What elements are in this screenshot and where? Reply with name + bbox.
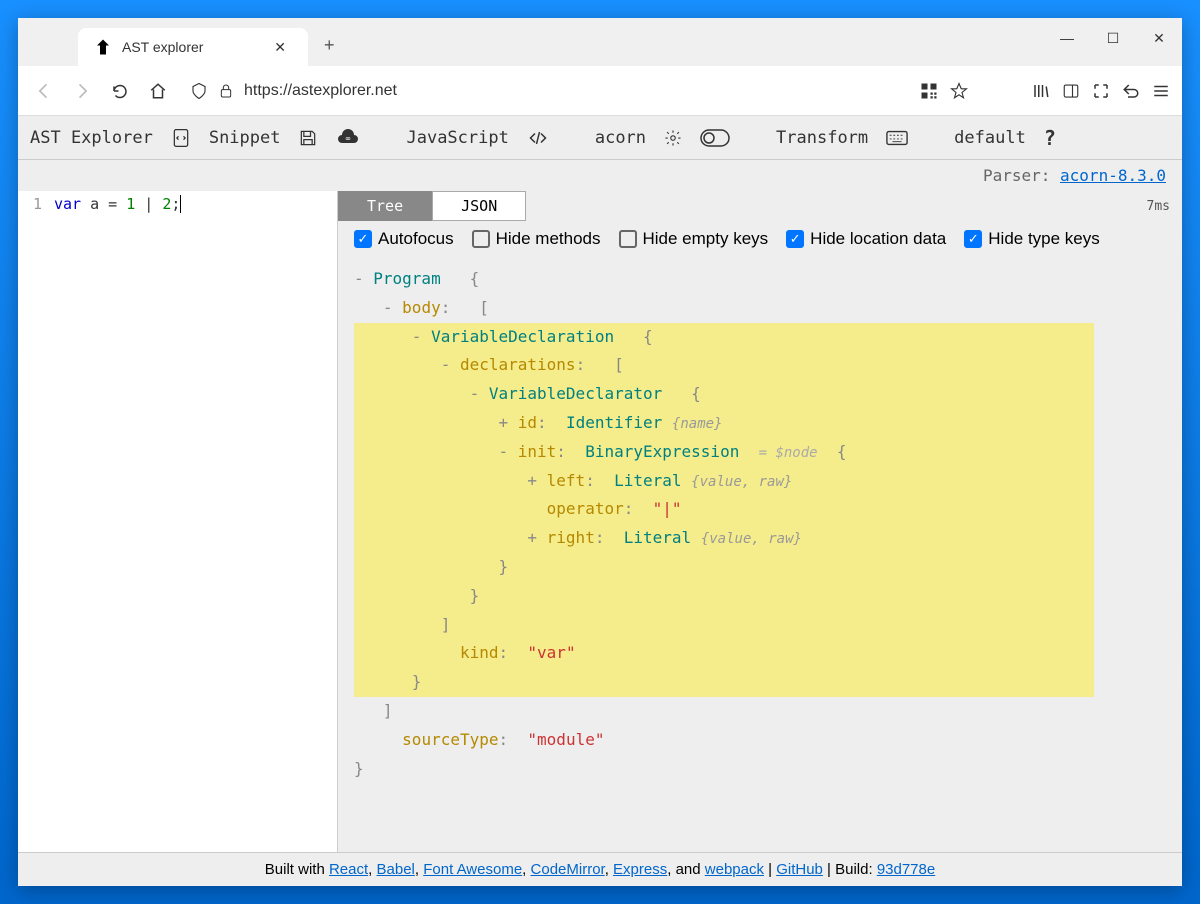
shield-icon <box>190 82 208 100</box>
code-icon <box>527 129 549 147</box>
toggle-icon[interactable] <box>700 129 730 147</box>
codemirror-link[interactable]: CodeMirror <box>531 861 605 878</box>
undo-redo-icon[interactable] <box>1122 82 1140 100</box>
express-link[interactable]: Express <box>613 861 667 878</box>
tab-title: AST explorer <box>122 39 203 55</box>
cloud-icon[interactable]: ∞ <box>336 129 360 147</box>
parser-version-link[interactable]: acorn-8.3.0 <box>1060 166 1166 185</box>
window-maximize-button[interactable]: ☐ <box>1090 18 1136 58</box>
github-link[interactable]: GitHub <box>776 861 823 878</box>
bookmark-star-icon[interactable] <box>950 82 968 100</box>
window-minimize-button[interactable]: — <box>1044 18 1090 58</box>
parser-selector[interactable]: acorn <box>595 128 646 148</box>
help-icon[interactable]: ? <box>1044 126 1056 150</box>
hide-empty-keys-checkbox[interactable]: Hide empty keys <box>619 229 769 249</box>
json-tab[interactable]: JSON <box>432 191 526 221</box>
close-tab-button[interactable]: ✕ <box>268 37 292 58</box>
tree-tab[interactable]: Tree <box>338 191 432 221</box>
forward-button[interactable] <box>68 77 96 105</box>
url-input[interactable]: https://astexplorer.net <box>182 82 910 100</box>
hide-type-keys-checkbox[interactable]: ✓Hide type keys <box>964 229 1100 249</box>
app-title: AST Explorer <box>30 128 153 148</box>
qr-icon[interactable] <box>920 82 938 100</box>
back-button[interactable] <box>30 77 58 105</box>
screenshot-icon[interactable] <box>1092 82 1110 100</box>
fontawesome-link[interactable]: Font Awesome <box>423 861 522 878</box>
svg-text:∞: ∞ <box>346 134 351 143</box>
sidebar-icon[interactable] <box>1062 82 1080 100</box>
address-bar: https://astexplorer.net <box>18 66 1182 116</box>
parser-info: Parser: acorn-8.3.0 <box>18 160 1182 191</box>
react-link[interactable]: React <box>329 861 368 878</box>
app-toolbar: AST Explorer Snippet ∞ JavaScript acorn … <box>18 116 1182 160</box>
browser-titlebar: AST explorer ✕ + — ☐ ✕ <box>18 18 1182 66</box>
autofocus-checkbox[interactable]: ✓Autofocus <box>354 229 454 249</box>
webpack-link[interactable]: webpack <box>705 861 764 878</box>
babel-link[interactable]: Babel <box>377 861 415 878</box>
code-editor[interactable]: 1 var a = 1 | 2; <box>18 191 338 852</box>
tab-favicon <box>94 38 112 56</box>
build-link[interactable]: 93d778e <box>877 861 935 878</box>
gear-icon[interactable] <box>664 129 682 147</box>
window-close-button[interactable]: ✕ <box>1136 18 1182 58</box>
language-selector[interactable]: JavaScript <box>406 128 508 148</box>
reload-button[interactable] <box>106 77 134 105</box>
url-text: https://astexplorer.net <box>244 82 397 100</box>
ast-tree[interactable]: - Program { - body: [ - VariableDeclarat… <box>338 257 1182 803</box>
gist-icon[interactable] <box>171 126 191 150</box>
transform-menu[interactable]: Transform <box>776 128 868 148</box>
tree-options: ✓Autofocus Hide methods Hide empty keys … <box>338 221 1182 257</box>
mode-label[interactable]: default <box>954 128 1026 148</box>
parse-time: 7ms <box>1147 199 1170 214</box>
snippet-menu[interactable]: Snippet <box>209 128 281 148</box>
line-number: 1 <box>18 195 54 213</box>
library-icon[interactable] <box>1032 82 1050 100</box>
hide-methods-checkbox[interactable]: Hide methods <box>472 229 601 249</box>
lock-icon <box>218 83 234 99</box>
new-tab-button[interactable]: + <box>308 25 351 66</box>
footer: Built with React, Babel, Font Awesome, C… <box>18 852 1182 886</box>
keyboard-icon[interactable] <box>886 130 908 146</box>
hide-location-checkbox[interactable]: ✓Hide location data <box>786 229 946 249</box>
home-button[interactable] <box>144 77 172 105</box>
browser-tab[interactable]: AST explorer ✕ <box>78 28 308 66</box>
save-icon[interactable] <box>298 128 318 148</box>
hamburger-menu-icon[interactable] <box>1152 82 1170 100</box>
